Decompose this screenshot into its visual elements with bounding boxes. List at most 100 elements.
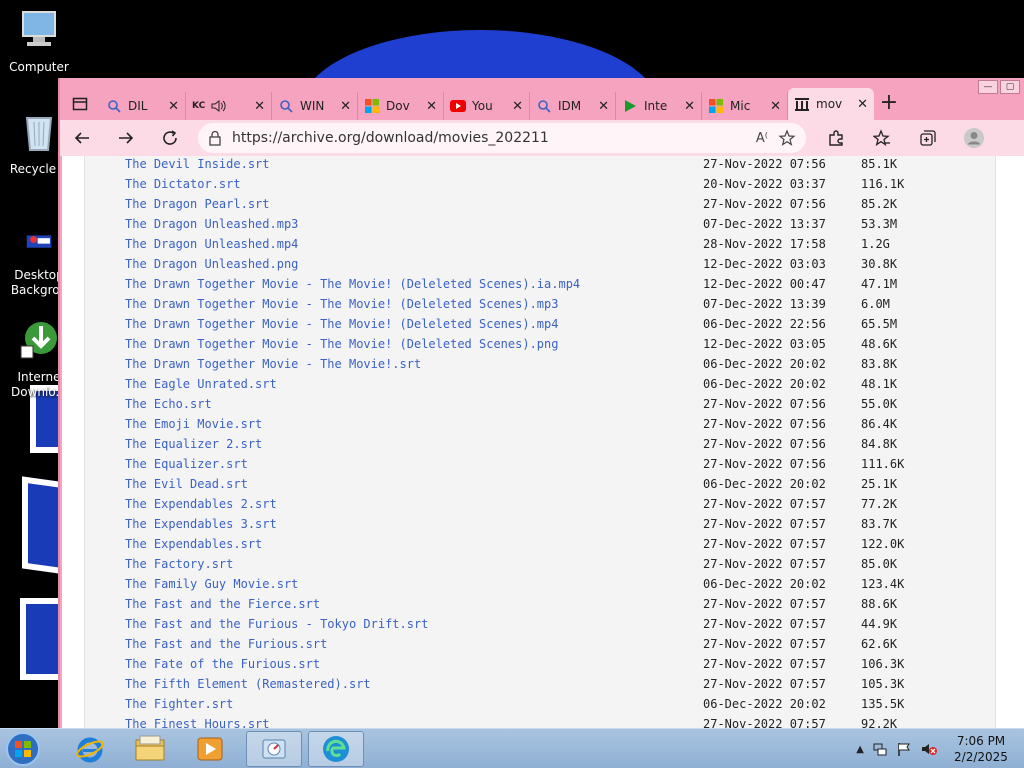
file-size: 44.9K <box>861 617 898 631</box>
minimize-button[interactable]: — <box>978 80 998 94</box>
file-link[interactable]: The Fast and the Fierce.srt <box>125 594 703 614</box>
tab-close-icon[interactable]: ✕ <box>512 99 523 114</box>
file-row: The Equalizer.srt 27-Nov-2022 07:56 111.6K <box>125 454 951 474</box>
file-link[interactable]: The Dragon Unleashed.mp4 <box>125 234 703 254</box>
file-link[interactable]: The Fate of the Furious.srt <box>125 654 703 674</box>
taskbar-internet-explorer[interactable] <box>62 731 118 767</box>
tab-close-icon[interactable]: ✕ <box>340 99 351 114</box>
tab[interactable]: KC ✕ <box>186 92 272 120</box>
file-link[interactable]: The Dragon Unleashed.png <box>125 254 703 274</box>
tab-close-icon[interactable]: ✕ <box>857 97 868 112</box>
read-aloud-icon[interactable]: A⁽ <box>756 131 768 146</box>
file-link[interactable]: The Expendables.srt <box>125 534 703 554</box>
tab[interactable]: WIN ✕ <box>272 92 358 120</box>
taskbar-edge[interactable] <box>308 731 364 767</box>
file-link[interactable]: The Echo.srt <box>125 394 703 414</box>
address-bar[interactable]: https://archive.org/download/movies_2022… <box>198 123 806 153</box>
file-row: The Fast and the Fierce.srt 27-Nov-2022 0… <box>125 594 951 614</box>
file-link[interactable]: The Expendables 3.srt <box>125 514 703 534</box>
file-link[interactable]: The Fifth Element (Remastered).srt <box>125 674 703 694</box>
file-row: The Dragon Unleashed.mp3 07-Dec-2022 13:3… <box>125 214 951 234</box>
file-row: The Drawn Together Movie - The Movie! (D… <box>125 294 951 314</box>
file-link[interactable]: The Devil Inside.srt <box>125 156 703 174</box>
archive-icon <box>794 96 810 112</box>
tab-close-icon[interactable]: ✕ <box>426 99 437 114</box>
file-link[interactable]: The Emoji Movie.srt <box>125 414 703 434</box>
maximize-button[interactable]: ▢ <box>1000 80 1020 94</box>
tab-close-icon[interactable]: ✕ <box>168 99 179 114</box>
forward-button[interactable] <box>104 120 148 156</box>
file-size: 106.3K <box>861 657 905 671</box>
favorite-add-icon[interactable] <box>778 129 796 147</box>
lock-icon <box>209 130 221 146</box>
file-row: The Eagle Unrated.srt 06-Dec-2022 20:02 48… <box>125 374 951 394</box>
volume-muted-icon[interactable] <box>920 741 938 757</box>
file-size: 47.1M <box>861 277 898 291</box>
file-size: 85.2K <box>861 197 898 211</box>
network-icon[interactable] <box>872 741 888 757</box>
show-hidden-icons-icon[interactable]: ▲ <box>856 744 864 755</box>
file-link[interactable]: The Dictator.srt <box>125 174 703 194</box>
file-size: 48.1K <box>861 377 898 391</box>
tab[interactable]: Dov ✕ <box>358 92 444 120</box>
file-link[interactable]: The Dragon Unleashed.mp3 <box>125 214 703 234</box>
file-size: 88.6K <box>861 597 898 611</box>
file-size: 85.0K <box>861 557 898 571</box>
file-link[interactable]: The Fast and the Furious.srt <box>125 634 703 654</box>
tab[interactable]: IDM ✕ <box>530 92 616 120</box>
collections-button[interactable] <box>906 120 950 156</box>
tab[interactable]: mov ✕ <box>788 88 874 120</box>
tab-actions-button[interactable] <box>60 88 100 120</box>
tab[interactable]: Mic ✕ <box>702 92 788 120</box>
favorites-icon <box>873 129 890 146</box>
search-icon <box>278 98 294 114</box>
extensions-button[interactable] <box>814 120 858 156</box>
action-center-flag-icon[interactable] <box>896 741 912 757</box>
new-tab-button[interactable]: + <box>874 90 904 118</box>
taskbar-media-player[interactable] <box>182 731 238 767</box>
desktop-icon-computer[interactable]: Computer <box>0 8 78 75</box>
file-row: The Equalizer 2.srt 27-Nov-2022 07:56 84.8… <box>125 434 951 454</box>
file-link[interactable]: The Expendables 2.srt <box>125 494 703 514</box>
file-link[interactable]: The Fighter.srt <box>125 694 703 714</box>
tab-close-icon[interactable]: ✕ <box>684 99 695 114</box>
file-row: The Expendables.srt 27-Nov-2022 07:57 122.… <box>125 534 951 554</box>
address-url: https://archive.org/download/movies_2022… <box>232 130 549 146</box>
tab[interactable]: DIL ✕ <box>100 92 186 120</box>
file-row: The Drawn Together Movie - The Movie! (D… <box>125 274 951 294</box>
file-date: 12-Dec-2022 03:05 <box>703 337 826 351</box>
profile-button[interactable] <box>952 120 996 156</box>
desktop-icon-label: Computer <box>9 60 69 74</box>
refresh-button[interactable] <box>148 120 192 156</box>
file-link[interactable]: The Equalizer.srt <box>125 454 703 474</box>
file-link[interactable]: The Drawn Together Movie - The Movie! (D… <box>125 294 703 314</box>
edge-icon <box>323 736 349 762</box>
file-link[interactable]: The Finest Hours.srt <box>125 714 703 728</box>
taskbar-control-panel[interactable] <box>246 731 302 767</box>
file-link[interactable]: The Drawn Together Movie - The Movie! (D… <box>125 314 703 334</box>
file-link[interactable]: The Family Guy Movie.srt <box>125 574 703 594</box>
tab-close-icon[interactable]: ✕ <box>770 99 781 114</box>
file-link[interactable]: The Eagle Unrated.srt <box>125 374 703 394</box>
back-button[interactable] <box>60 120 104 156</box>
file-link[interactable]: The Drawn Together Movie - The Movie! (D… <box>125 334 703 354</box>
tab-close-icon[interactable]: ✕ <box>254 99 265 114</box>
play-icon <box>622 98 638 114</box>
file-link[interactable]: The Drawn Together Movie - The Movie!.sr… <box>125 354 703 374</box>
file-link[interactable]: The Evil Dead.srt <box>125 474 703 494</box>
tab[interactable]: Inte ✕ <box>616 92 702 120</box>
file-link[interactable]: The Factory.srt <box>125 554 703 574</box>
taskbar-file-explorer[interactable] <box>122 731 178 767</box>
file-link[interactable]: The Equalizer 2.srt <box>125 434 703 454</box>
file-date: 27-Nov-2022 07:56 <box>703 197 826 211</box>
file-link[interactable]: The Dragon Pearl.srt <box>125 194 703 214</box>
tab-close-icon[interactable]: ✕ <box>598 99 609 114</box>
file-link[interactable]: The Fast and the Furious - Tokyo Drift.s… <box>125 614 703 634</box>
favorites-button[interactable] <box>860 120 904 156</box>
clock[interactable]: 7:06 PM 2/2/2025 <box>946 733 1016 765</box>
tab-label: Mic <box>730 99 751 113</box>
tab[interactable]: You ✕ <box>444 92 530 120</box>
file-link[interactable]: The Drawn Together Movie - The Movie! (D… <box>125 274 703 294</box>
start-button[interactable] <box>4 731 44 767</box>
file-size: 48.6K <box>861 337 898 351</box>
